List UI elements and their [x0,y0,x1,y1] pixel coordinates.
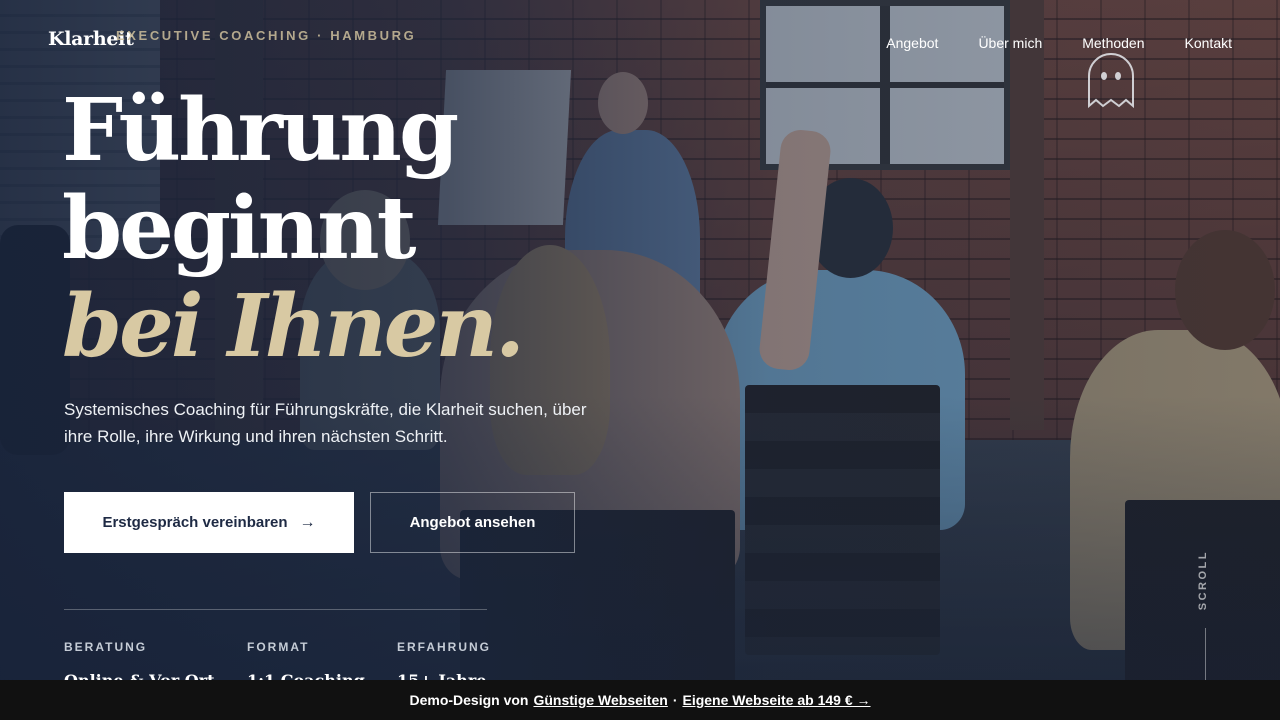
fact-label: ERFAHRUNG [397,640,492,654]
facts-divider [64,609,487,610]
banner-link-eigene-webseite[interactable]: Eigene Webseite ab 149 € → [682,692,870,708]
nav-link-ueber-mich[interactable]: Über mich [978,35,1042,51]
nav-link-angebot[interactable]: Angebot [886,35,938,51]
book-consultation-label: Erstgespräch vereinbaren [102,514,288,531]
ghost-icon [1088,53,1134,109]
fact-label: BERATUNG [64,640,148,654]
nav-link-kontakt[interactable]: Kontakt [1185,35,1232,51]
headline-line-2: beginnt [62,178,416,279]
demo-banner: Demo-Design von Günstige Webseiten · Eig… [0,680,1280,720]
hero-headline: Führung beginnt bei Ihnen. [62,80,525,377]
banner-separator: · [672,692,678,708]
fact-label: FORMAT [247,640,310,654]
headline-accent: bei Ihnen. [62,276,525,377]
main-nav: Angebot Über mich Methoden Kontakt [886,35,1232,51]
scroll-indicator-label[interactable]: SCROLL [1197,550,1209,610]
banner-prefix: Demo-Design von [409,692,529,708]
book-consultation-button[interactable]: Erstgespräch vereinbaren → [64,492,354,553]
scroll-indicator-line [1205,628,1206,683]
tagline: EXECUTIVE COACHING · HAMBURG [116,28,417,43]
nav-link-methoden[interactable]: Methoden [1082,35,1144,51]
view-offer-button[interactable]: Angebot ansehen [370,492,575,553]
headline-line-1: Führung [62,80,459,181]
hero-lead-text: Systemisches Coaching für Führungskräfte… [64,400,587,446]
banner-link-guenstige-webseiten[interactable]: Günstige Webseiten [533,692,667,708]
arrow-right-icon: → [299,513,316,531]
